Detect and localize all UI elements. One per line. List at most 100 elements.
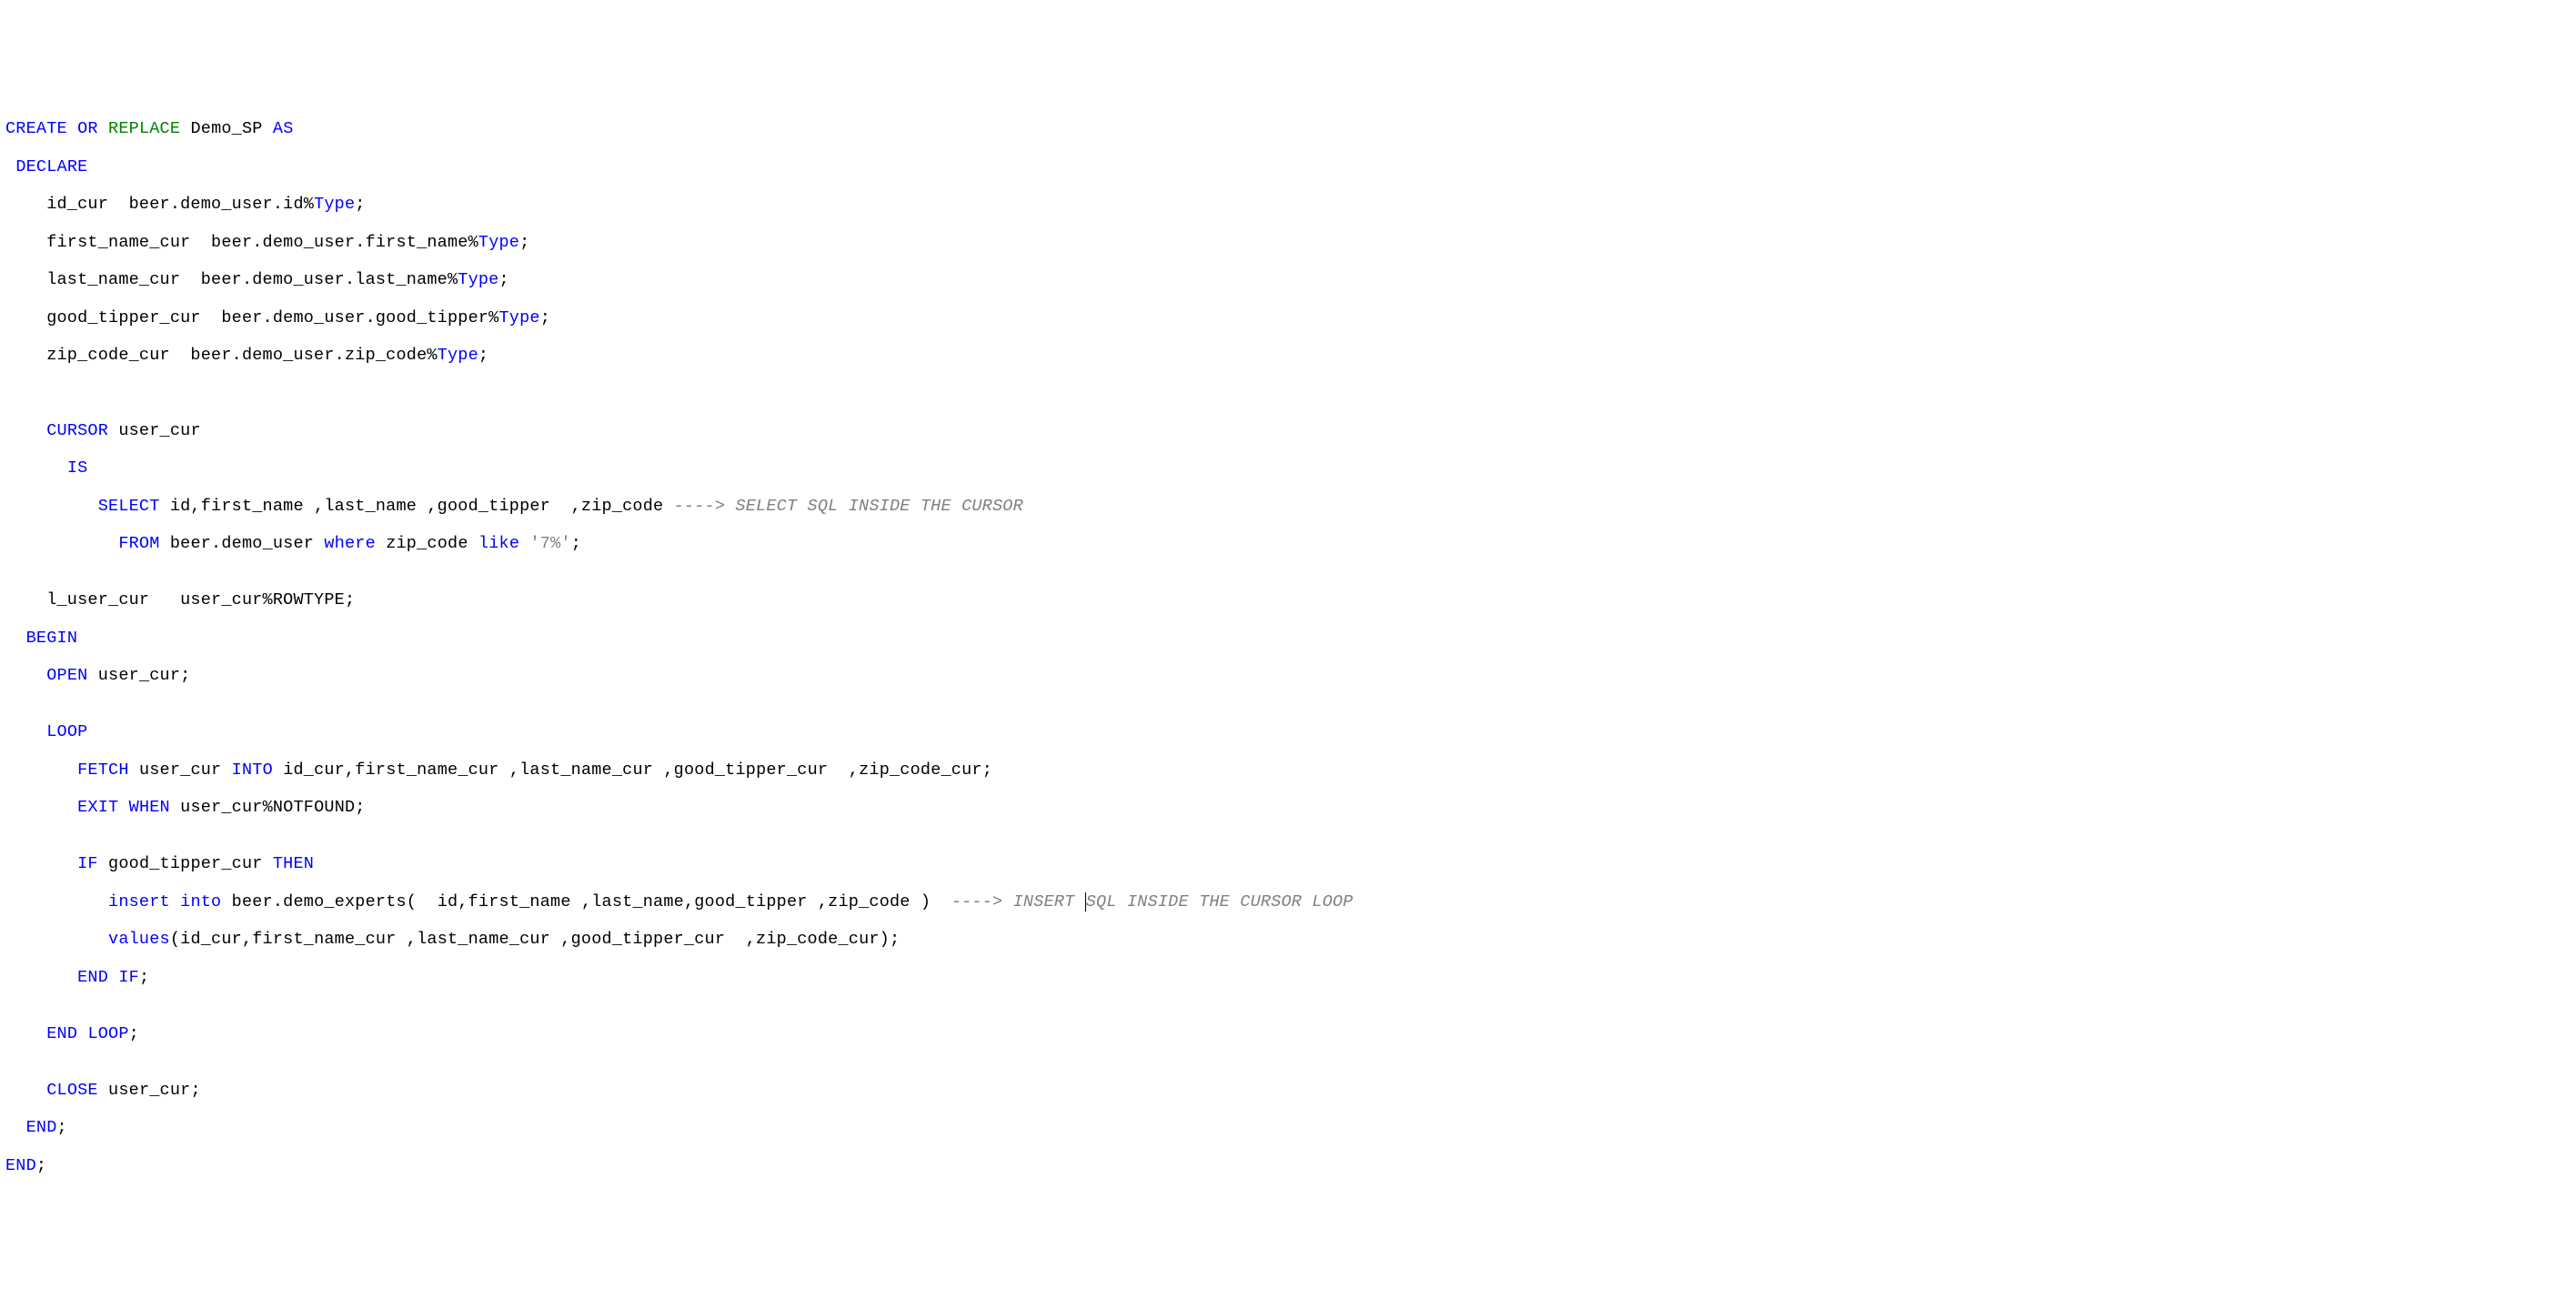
code-line: good_tipper_cur beer.demo_user.good_tipp… xyxy=(5,309,2576,328)
text xyxy=(5,760,77,780)
text: ; xyxy=(540,308,550,327)
code-line: CREATE OR REPLACE Demo_SP AS xyxy=(5,120,2576,139)
text xyxy=(77,1024,87,1043)
keyword: END xyxy=(77,968,108,987)
comment: SQL INSIDE THE CURSOR LOOP xyxy=(1085,892,1353,911)
text xyxy=(5,930,108,949)
keyword: into xyxy=(180,892,221,911)
keyword: values xyxy=(108,930,170,949)
text: ; xyxy=(355,195,365,214)
code-line: CLOSE user_cur; xyxy=(5,1082,2576,1101)
keyword: OPEN xyxy=(46,666,87,685)
text xyxy=(5,458,67,478)
code-line: IF good_tipper_cur THEN xyxy=(5,855,2576,874)
text xyxy=(170,892,180,911)
keyword: AS xyxy=(273,119,294,138)
code-line: EXIT WHEN user_cur%NOTFOUND; xyxy=(5,799,2576,818)
text xyxy=(5,534,118,553)
code-line: first_name_cur beer.demo_user.first_name… xyxy=(5,234,2576,253)
keyword: INTO xyxy=(232,760,273,780)
text: ; xyxy=(129,1024,139,1043)
text: id_cur beer.demo_user.id% xyxy=(5,195,314,214)
keyword: insert xyxy=(108,892,170,911)
text: ; xyxy=(57,1118,67,1137)
code-line: FETCH user_cur INTO id_cur,first_name_cu… xyxy=(5,761,2576,780)
keyword: IS xyxy=(67,458,88,478)
string: '7%' xyxy=(529,534,570,553)
keyword: EXIT xyxy=(77,798,118,817)
keyword: CLOSE xyxy=(46,1081,98,1100)
keyword: FETCH xyxy=(77,760,129,780)
text: beer.demo_experts( id,first_name ,last_n… xyxy=(221,892,951,911)
text xyxy=(5,1024,46,1043)
text: zip_code xyxy=(376,534,478,553)
keyword: END xyxy=(26,1118,57,1137)
code-line: END; xyxy=(5,1119,2576,1138)
keyword: Type xyxy=(499,308,540,327)
comment: ----> INSERT xyxy=(951,892,1085,911)
keyword: REPLACE xyxy=(108,119,180,138)
keyword: WHEN xyxy=(129,798,170,817)
code-line: END LOOP; xyxy=(5,1025,2576,1044)
text: good_tipper_cur xyxy=(98,854,273,873)
code-line: END; xyxy=(5,1157,2576,1176)
text: l_user_cur user_cur%ROWTYPE; xyxy=(5,590,355,609)
text xyxy=(108,968,118,987)
keyword: IF xyxy=(118,968,139,987)
text: Demo_SP xyxy=(180,119,273,138)
keyword: THEN xyxy=(273,854,314,873)
code-line: END IF; xyxy=(5,969,2576,988)
keyword: FROM xyxy=(118,534,159,553)
text: id_cur,first_name_cur ,last_name_cur ,go… xyxy=(273,760,992,780)
code-line: values(id_cur,first_name_cur ,last_name_… xyxy=(5,931,2576,950)
code-line: LOOP xyxy=(5,723,2576,742)
text xyxy=(98,119,108,138)
code-line: id_cur beer.demo_user.id%Type; xyxy=(5,196,2576,215)
keyword: LOOP xyxy=(46,722,87,741)
code-line: IS xyxy=(5,459,2576,478)
text: (id_cur,first_name_cur ,last_name_cur ,g… xyxy=(170,930,900,949)
text xyxy=(5,854,77,873)
code-block: CREATE OR REPLACE Demo_SP AS DECLARE id_… xyxy=(0,76,2576,1194)
code-line: l_user_cur user_cur%ROWTYPE; xyxy=(5,591,2576,610)
text xyxy=(5,798,77,817)
code-line: last_name_cur beer.demo_user.last_name%T… xyxy=(5,271,2576,290)
keyword: Type xyxy=(314,195,355,214)
text: user_cur%NOTFOUND; xyxy=(170,798,366,817)
keyword: Type xyxy=(458,270,498,289)
text xyxy=(5,968,77,987)
keyword: like xyxy=(478,534,519,553)
text xyxy=(5,1081,46,1100)
keyword: LOOP xyxy=(87,1024,128,1043)
text xyxy=(5,722,46,741)
keyword: OR xyxy=(77,119,98,138)
text: ; xyxy=(478,346,488,365)
keyword: IF xyxy=(77,854,98,873)
text xyxy=(5,892,108,911)
text: user_cur xyxy=(129,760,232,780)
keyword: DECLARE xyxy=(15,157,87,176)
code-line: FROM beer.demo_user where zip_code like … xyxy=(5,535,2576,554)
keyword: where xyxy=(324,534,376,553)
text: last_name_cur beer.demo_user.last_name% xyxy=(5,270,458,289)
comment: ----> SELECT SQL INSIDE THE CURSOR xyxy=(674,497,1023,516)
code-line: OPEN user_cur; xyxy=(5,667,2576,686)
text xyxy=(5,157,15,176)
keyword: CURSOR xyxy=(46,421,108,440)
text xyxy=(5,666,46,685)
keyword: Type xyxy=(478,233,519,252)
text: ; xyxy=(499,270,509,289)
text xyxy=(5,1118,26,1137)
text xyxy=(5,421,46,440)
code-line: CURSOR user_cur xyxy=(5,422,2576,441)
keyword: BEGIN xyxy=(26,629,78,648)
keyword: CREATE xyxy=(5,119,67,138)
keyword: SELECT xyxy=(98,497,160,516)
text xyxy=(118,798,128,817)
text: user_cur xyxy=(108,421,201,440)
code-line: DECLARE xyxy=(5,158,2576,177)
text: user_cur; xyxy=(98,1081,201,1100)
text: first_name_cur beer.demo_user.first_name… xyxy=(5,233,478,252)
keyword: END xyxy=(5,1156,36,1175)
text xyxy=(5,629,26,648)
